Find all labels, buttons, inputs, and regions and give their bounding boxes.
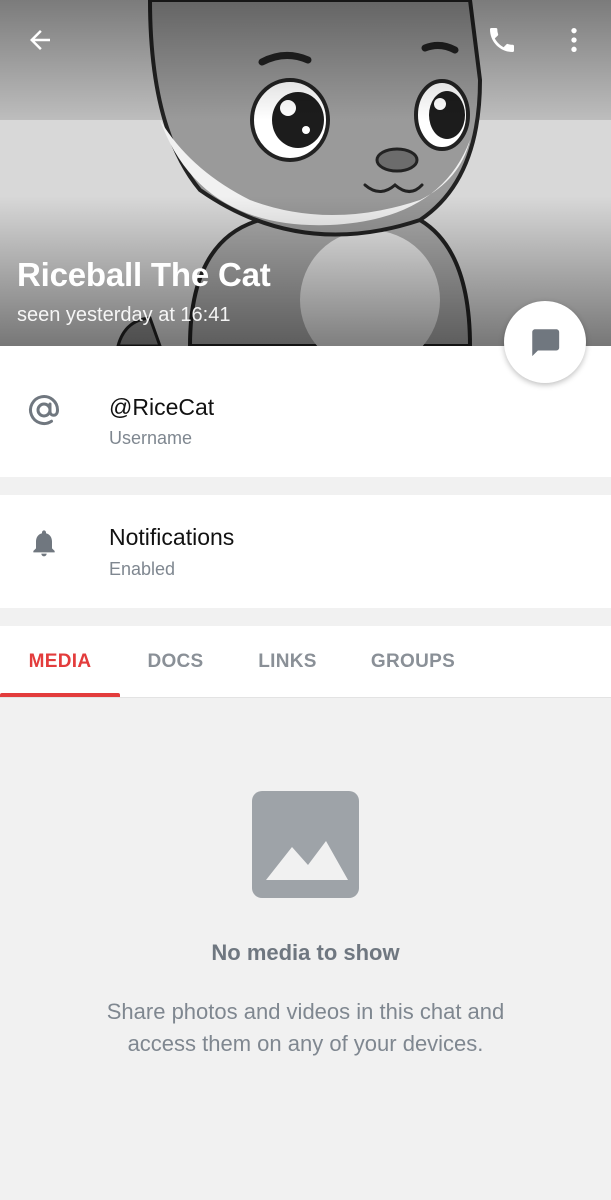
notifications-title: Notifications bbox=[109, 524, 235, 550]
tab-links[interactable]: LINKS bbox=[231, 626, 344, 698]
more-options-button[interactable] bbox=[556, 22, 592, 58]
empty-state-description: Share photos and videos in this chat and… bbox=[106, 999, 505, 1056]
at-sign-icon bbox=[24, 390, 64, 430]
tab-media[interactable]: MEDIA bbox=[0, 626, 120, 698]
username-label: Username bbox=[109, 428, 193, 448]
profile-name: Riceball The Cat bbox=[17, 256, 271, 293]
notifications-status: Enabled bbox=[109, 559, 176, 579]
empty-state-title: No media to show bbox=[211, 940, 400, 965]
tab-docs[interactable]: DOCS bbox=[120, 626, 231, 698]
phone-icon bbox=[490, 28, 514, 52]
call-button[interactable] bbox=[484, 22, 520, 58]
tab-groups[interactable]: GROUPS bbox=[344, 626, 482, 698]
more-vertical-icon bbox=[571, 28, 577, 52]
bell-icon bbox=[24, 523, 64, 563]
header-top-shade bbox=[0, 0, 611, 120]
image-icon bbox=[252, 791, 359, 898]
arrow-left-icon bbox=[30, 30, 50, 50]
shared-content-tabs: MEDIA DOCS LINKS GROUPS bbox=[0, 626, 611, 698]
active-tab-indicator bbox=[0, 693, 120, 697]
back-button[interactable] bbox=[22, 22, 58, 58]
username-value: @RiceCat bbox=[109, 394, 215, 420]
message-icon bbox=[532, 329, 560, 357]
notifications-row[interactable]: Notifications Enabled bbox=[0, 495, 611, 608]
send-message-button[interactable] bbox=[504, 301, 586, 383]
last-seen-status: seen yesterday at 16:41 bbox=[17, 304, 231, 326]
profile-header: Riceball The Cat seen yesterday at 16:41 bbox=[0, 0, 611, 346]
